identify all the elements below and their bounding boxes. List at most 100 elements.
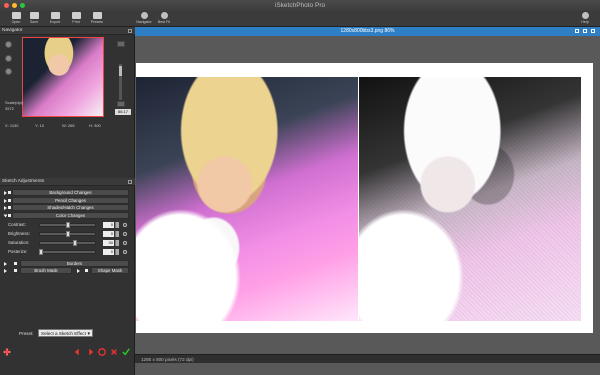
before-after-divider[interactable] bbox=[358, 77, 359, 321]
contrast-thumb[interactable] bbox=[65, 222, 70, 228]
navigator-button[interactable]: Navigator bbox=[133, 11, 155, 27]
close-window-icon[interactable] bbox=[4, 3, 9, 8]
settings-flower-icon[interactable] bbox=[3, 348, 11, 356]
shape-mask-button[interactable]: Shape Mask bbox=[91, 267, 129, 274]
shades-hatch-changes-button[interactable]: Shades/Hatch Changes bbox=[12, 204, 129, 211]
export-label: Export bbox=[49, 20, 61, 24]
contrast-row: Contrast: 0 bbox=[0, 221, 135, 229]
export-icon bbox=[50, 12, 60, 19]
posterize-slider[interactable] bbox=[39, 250, 96, 254]
save-label: Save bbox=[29, 20, 39, 24]
help-button[interactable]: Help bbox=[574, 11, 596, 27]
sketch-preview-photo bbox=[359, 77, 581, 321]
posterize-row: Posterize: 0 bbox=[0, 248, 135, 256]
posterize-stepper[interactable] bbox=[115, 249, 119, 255]
brush-mask-checkbox[interactable] bbox=[13, 268, 18, 273]
open-label: Open bbox=[11, 20, 21, 24]
coord-x: X: 1130 bbox=[5, 123, 19, 128]
preset-label: Preset: bbox=[19, 331, 34, 336]
sketch-panel-header: Sketch Adjustments bbox=[0, 178, 135, 186]
apply-check-icon[interactable] bbox=[122, 348, 130, 356]
title-bar: iSketchPhoto Pro bbox=[0, 0, 600, 11]
sketch-pin-icon[interactable] bbox=[128, 180, 132, 184]
zoom-in-button[interactable] bbox=[117, 41, 125, 47]
expand-brush-mask-icon[interactable] bbox=[4, 269, 7, 273]
posterize-reset-icon[interactable] bbox=[123, 250, 127, 254]
panel-pin-icon[interactable] bbox=[128, 29, 132, 33]
coord-w: W: 265 bbox=[62, 123, 75, 128]
saturation-label: Saturation: bbox=[8, 240, 30, 245]
image-close-icon[interactable] bbox=[591, 29, 595, 33]
brightness-reset-icon[interactable] bbox=[123, 232, 127, 236]
hand-tool-icon[interactable] bbox=[5, 41, 12, 48]
image-minimize-icon[interactable] bbox=[575, 29, 579, 33]
brightness-stepper[interactable] bbox=[115, 231, 119, 237]
presets-label: Presets bbox=[90, 20, 104, 24]
sketch-title: Sketch Adjustments bbox=[2, 179, 45, 184]
contrast-value[interactable]: 0 bbox=[103, 222, 114, 228]
saturation-stepper[interactable] bbox=[115, 240, 119, 246]
export-button[interactable]: Export bbox=[44, 11, 66, 27]
original-photo bbox=[136, 77, 358, 321]
save-icon bbox=[29, 12, 39, 19]
print-icon bbox=[71, 12, 81, 19]
saturation-reset-icon[interactable] bbox=[123, 241, 127, 245]
save-button[interactable]: Save bbox=[23, 11, 45, 27]
help-label: Help bbox=[581, 20, 589, 24]
posterize-label: Posterize: bbox=[8, 249, 28, 254]
saturation-thumb[interactable] bbox=[73, 240, 78, 246]
best-fit-button[interactable]: Best Fit bbox=[153, 11, 175, 27]
presets-icon bbox=[92, 12, 102, 19]
redo-icon[interactable] bbox=[86, 348, 94, 356]
chevron-down-icon: ▾ bbox=[87, 331, 90, 337]
borders-button[interactable]: Borders bbox=[20, 260, 129, 267]
expand-shape-mask-icon[interactable] bbox=[77, 269, 80, 273]
navigator-panel-header: Navigator bbox=[0, 27, 135, 35]
main-toolbar: Open Save Export Print Presets Navigator… bbox=[0, 11, 600, 27]
contrast-stepper[interactable] bbox=[115, 222, 119, 228]
presets-button[interactable]: Presets bbox=[86, 11, 108, 27]
shape-mask-checkbox[interactable] bbox=[84, 268, 89, 273]
undo-icon[interactable] bbox=[74, 348, 82, 356]
borders-checkbox[interactable] bbox=[13, 261, 18, 266]
posterize-value[interactable]: 0 bbox=[103, 249, 114, 255]
minimize-window-icon[interactable] bbox=[12, 3, 17, 8]
preset-select[interactable]: Select a Sketch Effect ▾ bbox=[38, 329, 93, 337]
app-window: iSketchPhoto Pro Open Save Export Print … bbox=[0, 0, 600, 375]
rotate-tool-icon[interactable] bbox=[5, 68, 12, 75]
open-icon bbox=[11, 12, 21, 19]
brightness-value[interactable]: 0 bbox=[103, 231, 114, 237]
saturation-row: Saturation: 30 bbox=[0, 239, 135, 247]
coord-y: Y: 10 bbox=[35, 123, 45, 128]
pencil-changes-button[interactable]: Pencil Changes bbox=[12, 197, 129, 204]
zoom-slider-fill bbox=[119, 66, 122, 76]
image-document[interactable] bbox=[136, 63, 593, 333]
zoom-value: 86.17 bbox=[115, 109, 131, 115]
cancel-icon[interactable] bbox=[110, 348, 118, 356]
zoom-window-icon[interactable] bbox=[20, 3, 25, 8]
zoom-out-button[interactable] bbox=[117, 101, 125, 107]
brush-mask-button[interactable]: Brush Mask bbox=[20, 267, 72, 274]
navigator-label: Navigator bbox=[136, 20, 152, 24]
reset-icon[interactable] bbox=[98, 348, 106, 356]
background-changes-button[interactable]: Background Changes bbox=[12, 189, 129, 196]
best-fit-icon bbox=[160, 12, 168, 19]
color-changes-button[interactable]: Color Changes bbox=[12, 212, 129, 219]
brightness-row: Brightness: 0 bbox=[0, 230, 135, 238]
expand-borders-icon[interactable] bbox=[4, 262, 7, 266]
posterize-thumb[interactable] bbox=[39, 249, 43, 255]
contrast-reset-icon[interactable] bbox=[123, 223, 127, 227]
zoom-tool-icon[interactable] bbox=[5, 55, 12, 62]
navigator-selection[interactable] bbox=[22, 37, 104, 117]
print-button[interactable]: Print bbox=[65, 11, 87, 27]
scale-value: 3572 bbox=[5, 106, 14, 111]
saturation-slider[interactable] bbox=[39, 241, 96, 245]
image-maximize-icon[interactable] bbox=[583, 29, 587, 33]
help-icon bbox=[581, 12, 589, 19]
navigator-icon bbox=[140, 12, 148, 19]
saturation-value[interactable]: 30 bbox=[103, 240, 114, 246]
brightness-thumb[interactable] bbox=[65, 231, 70, 237]
image-title: 1280x800bbs3.png 86% bbox=[340, 28, 395, 34]
contrast-label: Contrast: bbox=[8, 222, 26, 227]
navigator-thumbnail[interactable] bbox=[22, 37, 104, 117]
